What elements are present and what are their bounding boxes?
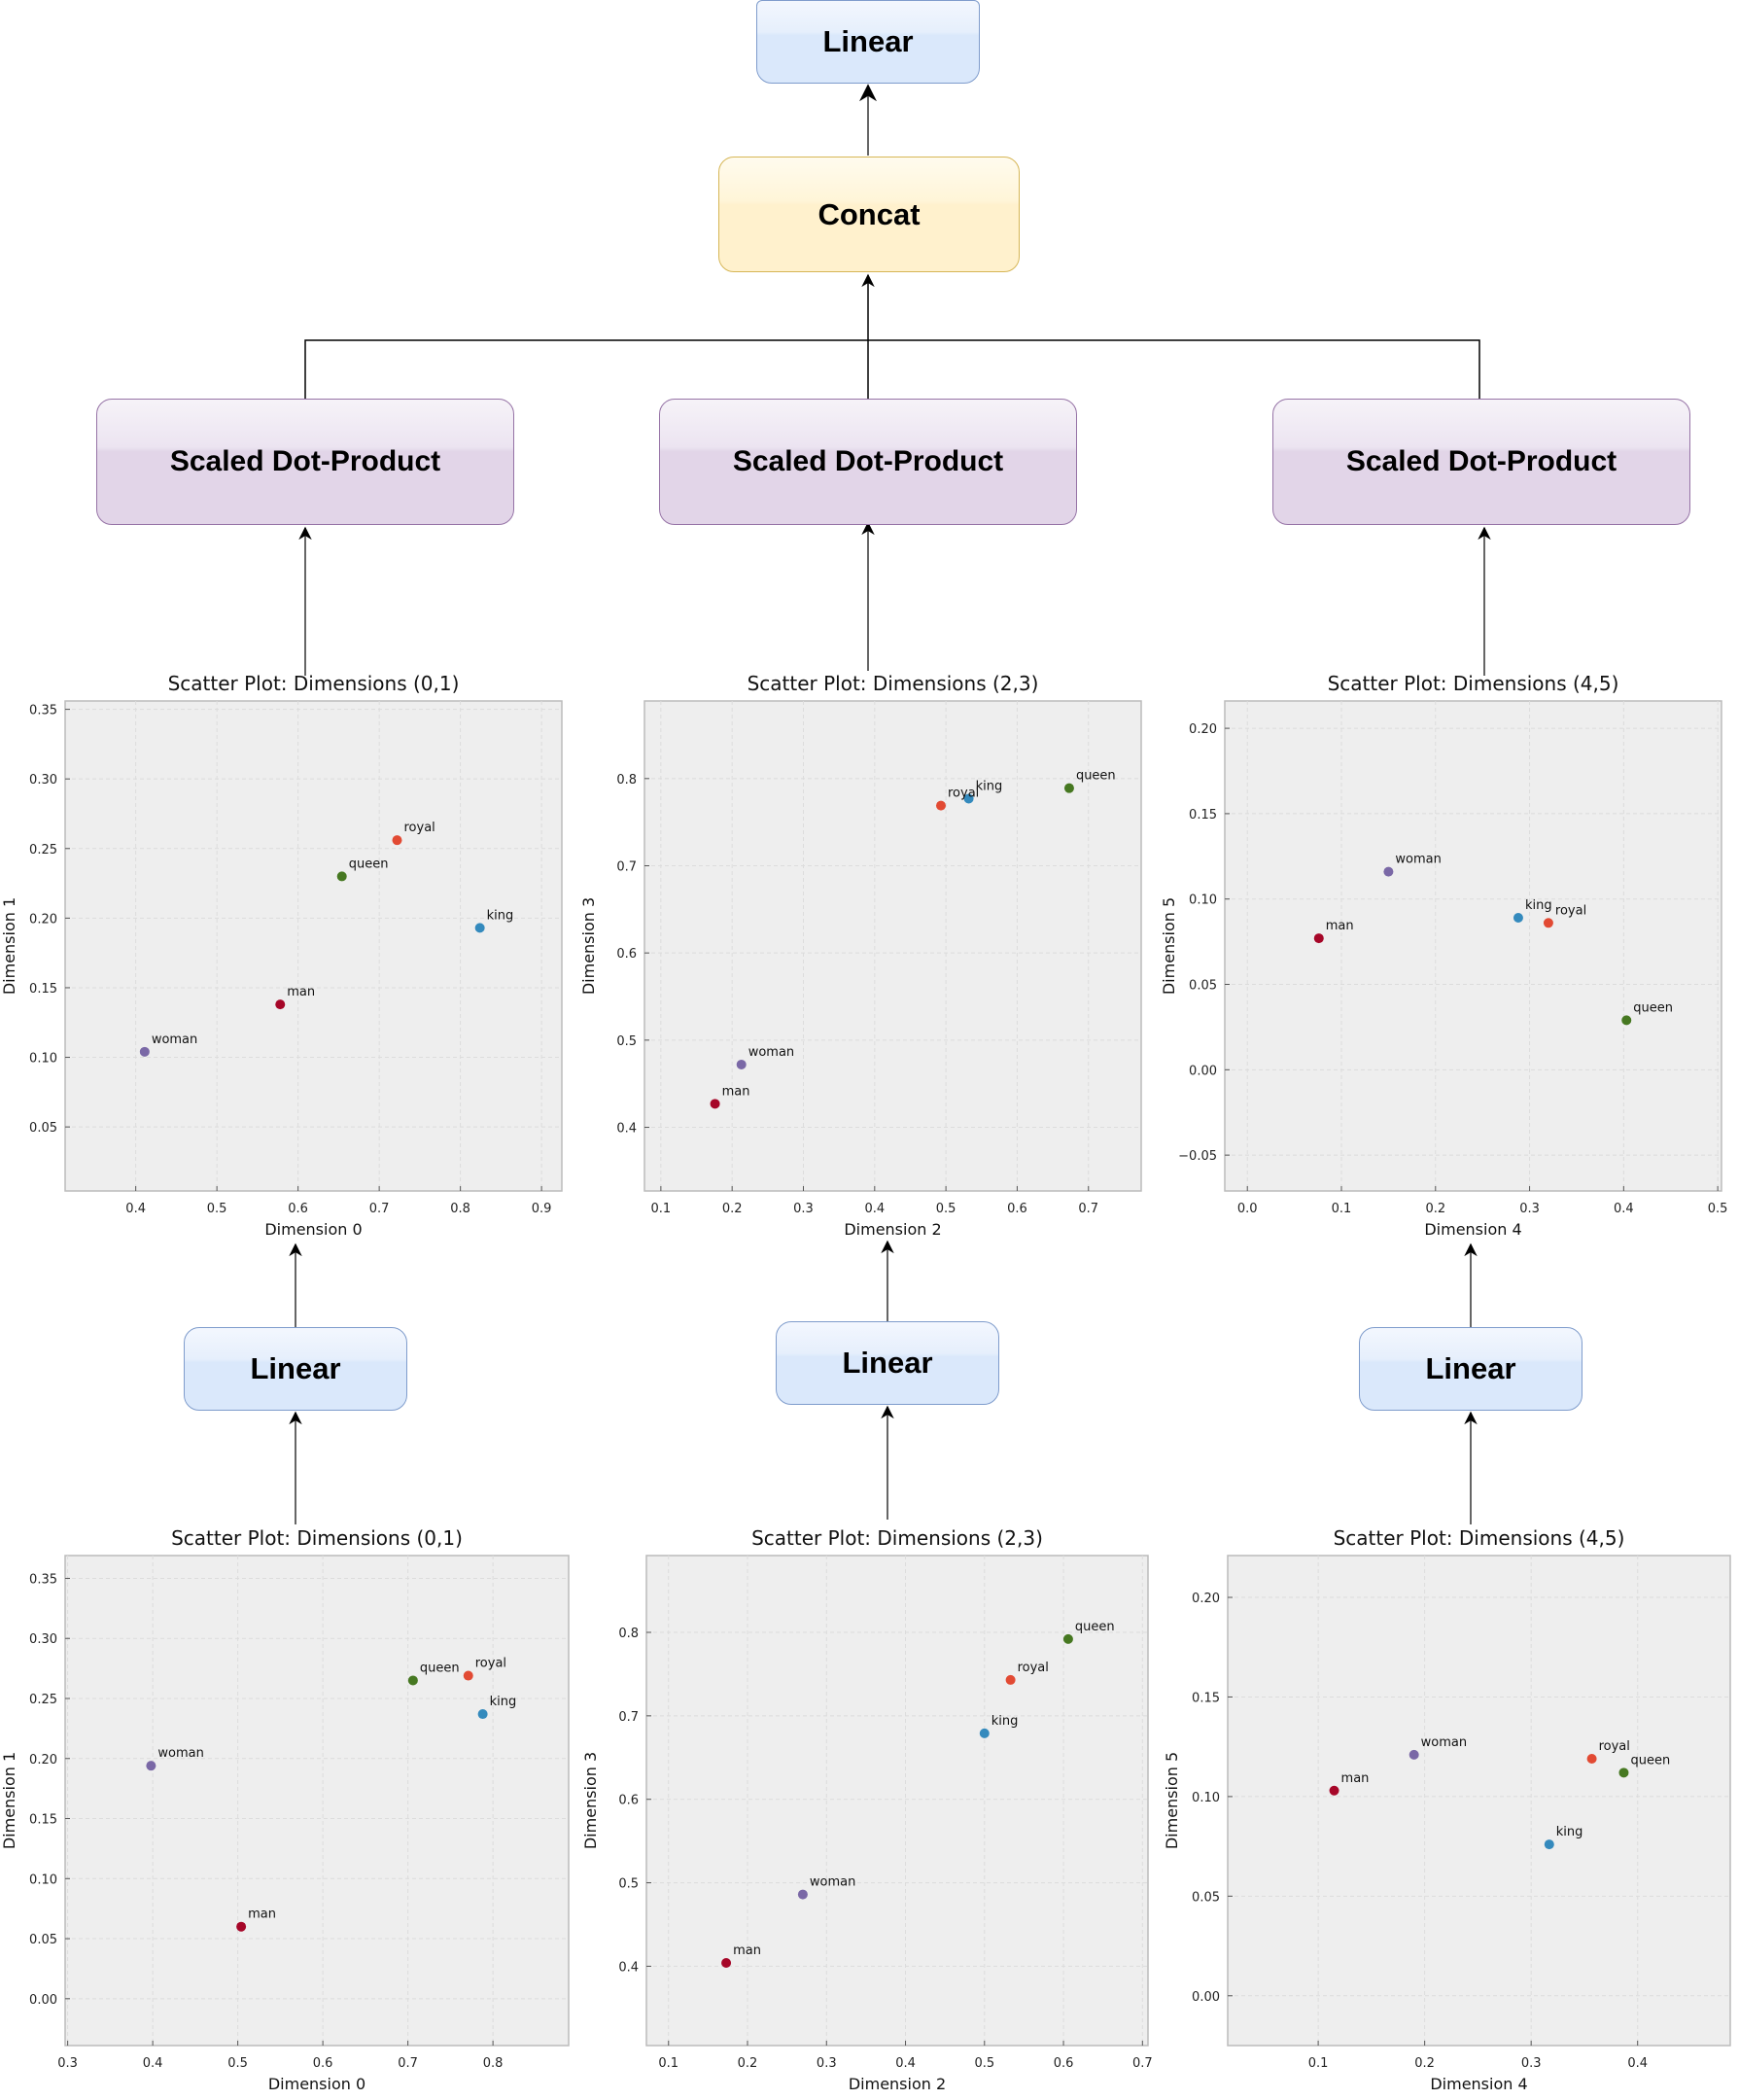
x-tick-label: 0.2	[1414, 2056, 1435, 2071]
point-label-queen: queen	[1630, 1753, 1670, 1768]
y-tick-label: 0.10	[1192, 1791, 1220, 1805]
multi-head-attention-diagram: Linear Concat Scaled Dot-Product Scaled …	[0, 0, 1739, 2100]
x-tick-label: 0.3	[1521, 2056, 1542, 2071]
y-axis-label: Dimension 5	[1163, 1752, 1181, 1849]
data-point-royal[interactable]	[1586, 1753, 1597, 1764]
scatter-svg: 0.1 0.2 0.3 0.4 0.00 0.05 0.10 0.15 0.20 Dimensio…	[1163, 1555, 1731, 2093]
plot-area	[1227, 1555, 1731, 2047]
x-axis-label: Dimension 4	[1430, 2075, 1527, 2093]
data-point-woman[interactable]	[1409, 1749, 1419, 1760]
point-label-king: king	[1556, 1825, 1583, 1839]
data-point-man[interactable]	[1329, 1785, 1339, 1796]
y-tick-label: 0.05	[1192, 1890, 1220, 1905]
x-tick-label: 0.1	[1308, 2056, 1329, 2071]
data-point-king[interactable]	[1544, 1839, 1554, 1850]
point-label-royal: royal	[1599, 1739, 1630, 1754]
point-label-man: man	[1341, 1771, 1370, 1786]
data-point-queen[interactable]	[1618, 1768, 1629, 1778]
y-tick-label: 0.15	[1192, 1691, 1220, 1705]
y-tick-label: 0.20	[1192, 1592, 1220, 1606]
x-tick-label: 0.4	[1627, 2056, 1648, 2071]
point-label-woman: woman	[1421, 1735, 1467, 1750]
y-tick-label: 0.00	[1192, 1990, 1220, 2005]
